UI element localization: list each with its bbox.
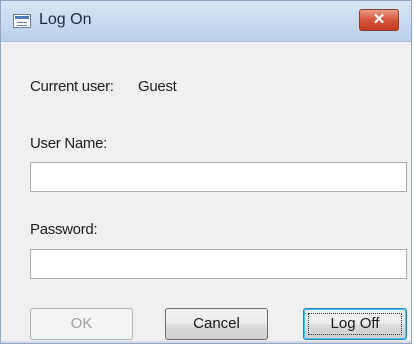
log-off-button[interactable]: Log Off xyxy=(303,308,407,340)
close-icon: ✕ xyxy=(372,11,386,28)
title-bar[interactable]: Log On ✕ xyxy=(1,1,411,42)
window-icon xyxy=(13,14,31,28)
log-off-label: Log Off xyxy=(330,315,380,332)
dialog-bottom-border xyxy=(1,341,411,343)
current-user-label: Current user: xyxy=(30,78,114,95)
password-input[interactable] xyxy=(30,249,407,279)
log-on-dialog: Log On ✕ Current user: Guest User Name: … xyxy=(0,0,412,344)
username-label: User Name: xyxy=(30,135,108,152)
close-button[interactable]: ✕ xyxy=(359,9,399,31)
cancel-button[interactable]: Cancel xyxy=(165,308,268,340)
password-label: Password: xyxy=(30,221,98,238)
username-input[interactable] xyxy=(30,162,407,192)
current-user-value: Guest xyxy=(138,78,177,95)
ok-button[interactable]: OK xyxy=(30,308,133,340)
dialog-title: Log On xyxy=(39,11,92,28)
